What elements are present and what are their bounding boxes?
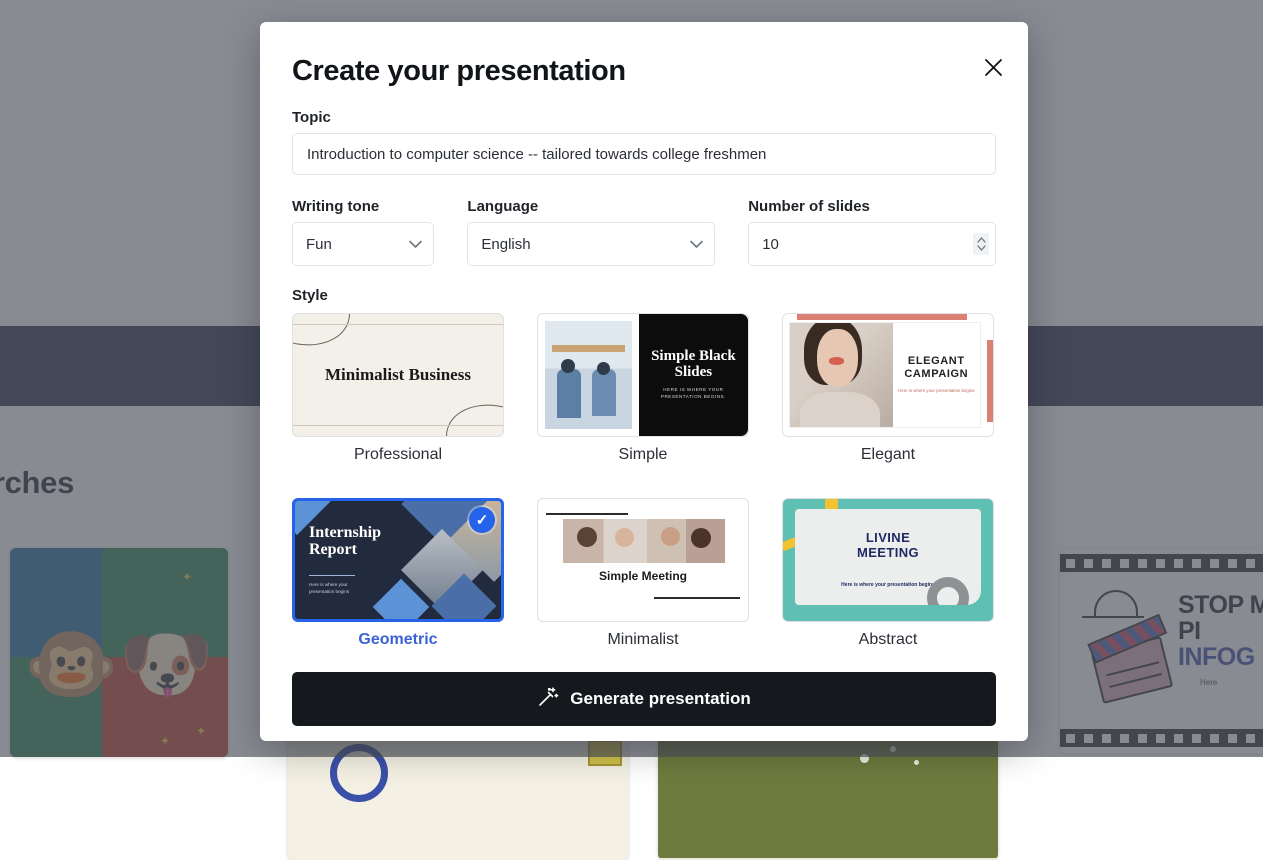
preview-title-line-2: Slides xyxy=(675,364,713,380)
preview-title: ELEGANT CAMPAIGN xyxy=(904,355,968,381)
style-option-abstract: LIVINE MEETING Here is where your presen… xyxy=(782,498,994,649)
preview-panel: Simple Black Slides HERE IS WHERE YOUR P… xyxy=(639,314,748,436)
preview-text-panel: ELEGANT CAMPAIGN Here is where your pres… xyxy=(893,323,980,427)
style-option-elegant: ELEGANT CAMPAIGN Here is where your pres… xyxy=(782,313,994,464)
topic-label: Topic xyxy=(292,109,996,126)
preview-title-line-2: MEETING xyxy=(857,545,919,560)
curve-decoration xyxy=(437,393,504,437)
accent-bar-top xyxy=(797,314,967,320)
style-option-label: Professional xyxy=(292,446,504,464)
modal-title: Create your presentation xyxy=(292,22,996,88)
form-options-row: Writing tone Fun Language English Number… xyxy=(292,177,996,266)
style-thumbnail-abstract[interactable]: LIVINE MEETING Here is where your presen… xyxy=(782,498,994,622)
create-presentation-modal: Create your presentation Topic Writing t… xyxy=(260,22,1028,741)
selected-check-icon: ✓ xyxy=(469,507,495,533)
preview-subtitle: Here is where your presentation begins xyxy=(898,388,974,395)
writing-tone-value: Fun xyxy=(306,236,332,253)
divider-line xyxy=(293,425,503,426)
close-icon[interactable] xyxy=(976,50,1010,84)
style-thumbnail-simple[interactable]: Simple Black Slides HERE IS WHERE YOUR P… xyxy=(537,313,749,437)
style-label: Style xyxy=(292,287,996,304)
magic-wand-icon xyxy=(537,686,559,713)
photo-person xyxy=(557,369,581,419)
language-value: English xyxy=(481,236,530,253)
preview-sheet: LIVINE MEETING Here is where your presen… xyxy=(795,509,981,605)
language-field: Language English xyxy=(467,177,715,266)
quantity-stepper[interactable] xyxy=(973,233,989,255)
divider-line xyxy=(293,324,503,325)
chevron-down-icon xyxy=(690,236,703,253)
divider-line-bottom xyxy=(654,597,740,599)
preview-title: Simple Meeting xyxy=(538,569,748,583)
curve-decoration xyxy=(292,313,359,357)
preview-title: LIVINE MEETING xyxy=(795,531,981,561)
topic-input[interactable] xyxy=(292,133,996,175)
style-option-minimalist: Simple Meeting Minimalist xyxy=(537,498,749,649)
preview-title-line-1: Simple Black xyxy=(651,348,736,364)
language-select[interactable]: English xyxy=(467,222,715,266)
photo-person xyxy=(592,369,616,417)
preview-title-line-1: LIVINE xyxy=(866,530,910,545)
chevron-down-icon xyxy=(409,236,422,253)
preview-subtitle: Here is where your presentation begins xyxy=(309,581,371,596)
style-thumbnail-geometric[interactable]: Internship Report Here is where your pre… xyxy=(292,498,504,622)
style-option-label: Minimalist xyxy=(537,631,749,649)
number-of-slides-value: 10 xyxy=(762,236,779,253)
writing-tone-field: Writing tone Fun xyxy=(292,177,434,266)
preview-title-line-2: Report xyxy=(309,541,357,558)
style-thumbnail-minimalist[interactable]: Simple Meeting xyxy=(537,498,749,622)
preview-photo xyxy=(563,519,725,563)
accent-bar-side xyxy=(987,340,993,422)
divider-line xyxy=(309,575,355,576)
style-grid: Minimalist Business Professional xyxy=(292,313,996,649)
language-label: Language xyxy=(467,198,715,215)
photo-head xyxy=(691,528,711,548)
preview-title: Internship Report xyxy=(309,525,381,559)
preview-photo xyxy=(790,323,893,427)
dot-decoration xyxy=(914,760,919,765)
preview-title: Minimalist Business xyxy=(293,365,503,385)
photo-inner xyxy=(545,321,632,429)
number-of-slides-field: Number of slides 10 xyxy=(748,177,996,266)
chevron-up-icon xyxy=(977,237,986,243)
style-option-simple: Simple Black Slides HERE IS WHERE YOUR P… xyxy=(537,313,749,464)
style-option-professional: Minimalist Business Professional xyxy=(292,313,504,464)
photo-body xyxy=(800,392,880,427)
generate-presentation-button[interactable]: Generate presentation xyxy=(292,672,996,726)
preview-title-line-2: CAMPAIGN xyxy=(904,368,968,380)
preview-subtitle: HERE IS WHERE YOUR PRESENTATION BEGINS. xyxy=(645,387,742,401)
preview-inner: ELEGANT CAMPAIGN Here is where your pres… xyxy=(789,322,981,428)
style-thumbnail-elegant[interactable]: ELEGANT CAMPAIGN Here is where your pres… xyxy=(782,313,994,437)
style-option-label: Simple xyxy=(537,446,749,464)
photo-beam xyxy=(552,345,625,352)
preview-title-line-1: Internship xyxy=(309,524,381,541)
style-option-label: Geometric xyxy=(292,631,504,649)
photo-lips xyxy=(829,357,844,364)
photo-head xyxy=(661,527,680,546)
writing-tone-select[interactable]: Fun xyxy=(292,222,434,266)
generate-button-label: Generate presentation xyxy=(570,689,750,709)
preview-title: Simple Black Slides xyxy=(651,349,736,381)
style-option-label: Abstract xyxy=(782,631,994,649)
divider-line-top xyxy=(546,513,628,515)
style-thumbnail-professional[interactable]: Minimalist Business xyxy=(292,313,504,437)
photo-head xyxy=(615,528,634,547)
preview-title-line-1: ELEGANT xyxy=(908,355,965,367)
number-of-slides-label: Number of slides xyxy=(748,198,996,215)
chevron-down-icon xyxy=(977,245,986,251)
writing-tone-label: Writing tone xyxy=(292,198,434,215)
number-of-slides-input[interactable]: 10 xyxy=(748,222,996,266)
photo-head xyxy=(577,527,597,547)
preview-photo xyxy=(538,314,639,436)
style-option-geometric: Internship Report Here is where your pre… xyxy=(292,498,504,649)
photo-head xyxy=(597,362,610,375)
style-option-label: Elegant xyxy=(782,446,994,464)
